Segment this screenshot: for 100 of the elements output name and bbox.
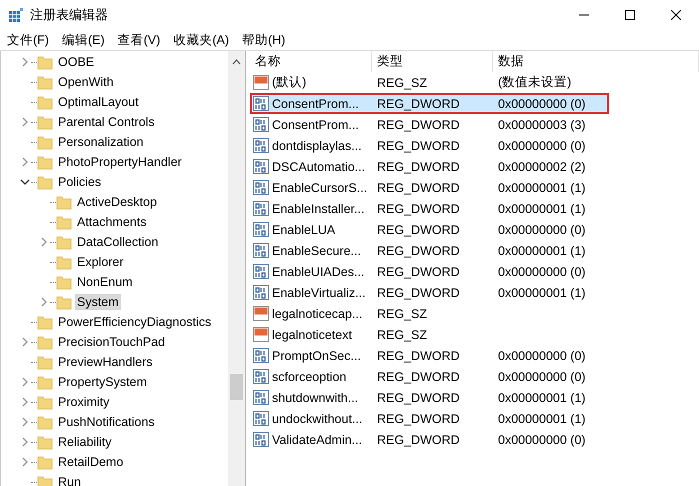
folder-icon — [37, 454, 53, 470]
tree-item[interactable]: Reliability — [56, 434, 114, 450]
table-row[interactable]: EnableCursorS... REG_DWORD 0x00000001 (1) — [250, 177, 699, 198]
table-row[interactable]: EnableLUA REG_DWORD 0x00000000 (0) — [250, 219, 699, 240]
table-row[interactable]: PromptOnSec... REG_DWORD 0x00000000 (0) — [250, 345, 699, 366]
table-row[interactable]: EnableSecure... REG_DWORD 0x00000001 (1) — [250, 240, 699, 261]
table-row[interactable]: ConsentProm... REG_DWORD 0x00000000 (0) — [250, 93, 609, 114]
table-row[interactable]: ConsentProm... REG_DWORD 0x00000003 (3) — [250, 114, 699, 135]
column-header[interactable]: 数据 — [493, 51, 699, 72]
tree-item[interactable]: ActiveDesktop — [75, 194, 159, 210]
tree-item[interactable]: Proximity — [56, 394, 112, 410]
folder-icon — [37, 314, 53, 330]
binary-value-icon — [253, 264, 269, 279]
value-type: REG_DWORD — [377, 202, 460, 216]
table-row[interactable]: undockwithout... REG_DWORD 0x00000001 (1) — [250, 408, 699, 429]
binary-value-icon — [253, 180, 269, 195]
value-data: 0x00000000 (0) — [498, 432, 586, 446]
tree-item[interactable]: PhotoPropertyHandler — [56, 154, 184, 170]
menu-item[interactable]: 查看(V) — [112, 30, 168, 50]
menu-item[interactable]: 帮助(H) — [236, 30, 294, 50]
tree-item[interactable]: System — [75, 294, 121, 310]
folder-icon — [37, 374, 53, 390]
value-name: shutdownwith... — [272, 390, 358, 404]
binary-value-icon — [253, 432, 269, 447]
string-value-icon — [253, 75, 269, 90]
menu-item[interactable]: 编辑(E) — [56, 30, 113, 50]
tree-item[interactable]: PropertySystem — [56, 374, 149, 390]
scrollbar[interactable] — [228, 51, 245, 486]
column-header[interactable]: 名称 — [250, 51, 372, 72]
value-data: 0x00000000 (0) — [498, 348, 586, 362]
tree-item[interactable]: OpenWith — [56, 74, 116, 90]
table-row[interactable]: legalnoticetext REG_SZ — [250, 324, 699, 345]
value-name: EnableInstaller... — [272, 202, 364, 216]
value-data: 0x00000000 (0) — [498, 222, 586, 236]
folder-icon — [37, 154, 53, 170]
scroll-thumb[interactable] — [230, 374, 243, 400]
string-value-icon — [253, 306, 269, 321]
table-row[interactable]: EnableUIADes... REG_DWORD 0x00000000 (0) — [250, 261, 699, 282]
value-type: REG_DWORD — [377, 348, 460, 362]
tree-item[interactable]: OOBE — [56, 54, 96, 70]
value-type: REG_DWORD — [377, 370, 460, 384]
tree-item[interactable]: Run — [56, 474, 83, 486]
maximize-icon[interactable] — [625, 10, 635, 20]
table-row[interactable]: scforceoption REG_DWORD 0x00000000 (0) — [250, 366, 699, 387]
value-name: (默认) — [272, 74, 306, 91]
folder-icon — [56, 194, 72, 210]
table-row[interactable]: DSCAutomatio... REG_DWORD 0x00000002 (2) — [250, 156, 699, 177]
scroll-up-icon[interactable] — [232, 59, 241, 65]
close-icon[interactable] — [671, 10, 681, 20]
tree-item[interactable]: PowerEfficiencyDiagnostics — [56, 314, 214, 330]
window-title: 注册表编辑器 — [30, 6, 108, 24]
value-type: REG_DWORD — [377, 138, 460, 152]
binary-value-icon — [253, 243, 269, 258]
value-name: EnableCursorS... — [272, 180, 368, 194]
tree-item[interactable]: PushNotifications — [56, 414, 157, 430]
folder-icon — [37, 414, 53, 430]
table-row[interactable]: dontdisplaylas... REG_DWORD 0x00000000 (0) — [250, 135, 699, 156]
tree-item[interactable]: Parental Controls — [56, 114, 157, 130]
tree-item[interactable]: Attachments — [75, 214, 148, 230]
value-type: REG_DWORD — [377, 432, 460, 446]
table-row[interactable]: (默认) REG_SZ (数值未设置) — [250, 72, 699, 93]
menu-item[interactable]: 收藏夹(A) — [168, 30, 237, 50]
table-row[interactable]: shutdownwith... REG_DWORD 0x00000001 (1) — [250, 387, 699, 408]
tree-item[interactable]: OptimalLayout — [56, 94, 141, 110]
table-row[interactable]: ValidateAdmin... REG_DWORD 0x00000000 (0) — [250, 429, 699, 450]
registry-app-icon — [8, 7, 24, 23]
value-name: PromptOnSec... — [272, 348, 361, 362]
folder-icon — [37, 134, 53, 150]
value-name: scforceoption — [272, 370, 346, 384]
tree-item[interactable]: Personalization — [56, 134, 146, 150]
tree-item[interactable]: RetailDemo — [56, 454, 126, 470]
value-type: REG_DWORD — [377, 160, 460, 174]
value-name: legalnoticecap... — [272, 306, 362, 320]
value-data: 0x00000001 (1) — [498, 286, 586, 300]
folder-icon — [37, 354, 53, 370]
tree-item[interactable]: NonEnum — [75, 274, 135, 290]
value-data: 0x00000001 (1) — [498, 390, 586, 404]
folder-icon — [37, 394, 53, 410]
table-row[interactable]: legalnoticecap... REG_SZ — [250, 303, 699, 324]
menu-item[interactable]: 文件(F) — [2, 30, 57, 50]
table-row[interactable]: EnableInstaller... REG_DWORD 0x00000001 (1) — [250, 198, 699, 219]
tree-item[interactable]: DataCollection — [75, 234, 160, 250]
folder-icon — [37, 54, 53, 70]
value-type: REG_DWORD — [377, 96, 460, 110]
folder-icon — [37, 174, 53, 190]
tree-item[interactable]: PreviewHandlers — [56, 354, 154, 370]
tree-item[interactable]: Explorer — [75, 254, 126, 270]
tree-item[interactable]: Policies — [56, 174, 104, 190]
binary-value-icon — [253, 117, 269, 132]
folder-icon — [56, 254, 72, 270]
binary-value-icon — [253, 348, 269, 363]
column-header[interactable]: 类型 — [372, 51, 493, 72]
folder-icon — [37, 94, 53, 110]
table-row[interactable]: EnableVirtualiz... REG_DWORD 0x00000001 (1) — [250, 282, 699, 303]
tree-item[interactable]: PrecisionTouchPad — [56, 334, 168, 350]
binary-value-icon — [253, 201, 269, 216]
value-type: REG_DWORD — [377, 286, 460, 300]
value-type: REG_DWORD — [377, 180, 460, 194]
value-name: legalnoticetext — [272, 328, 352, 342]
value-name: ConsentProm... — [272, 118, 359, 132]
